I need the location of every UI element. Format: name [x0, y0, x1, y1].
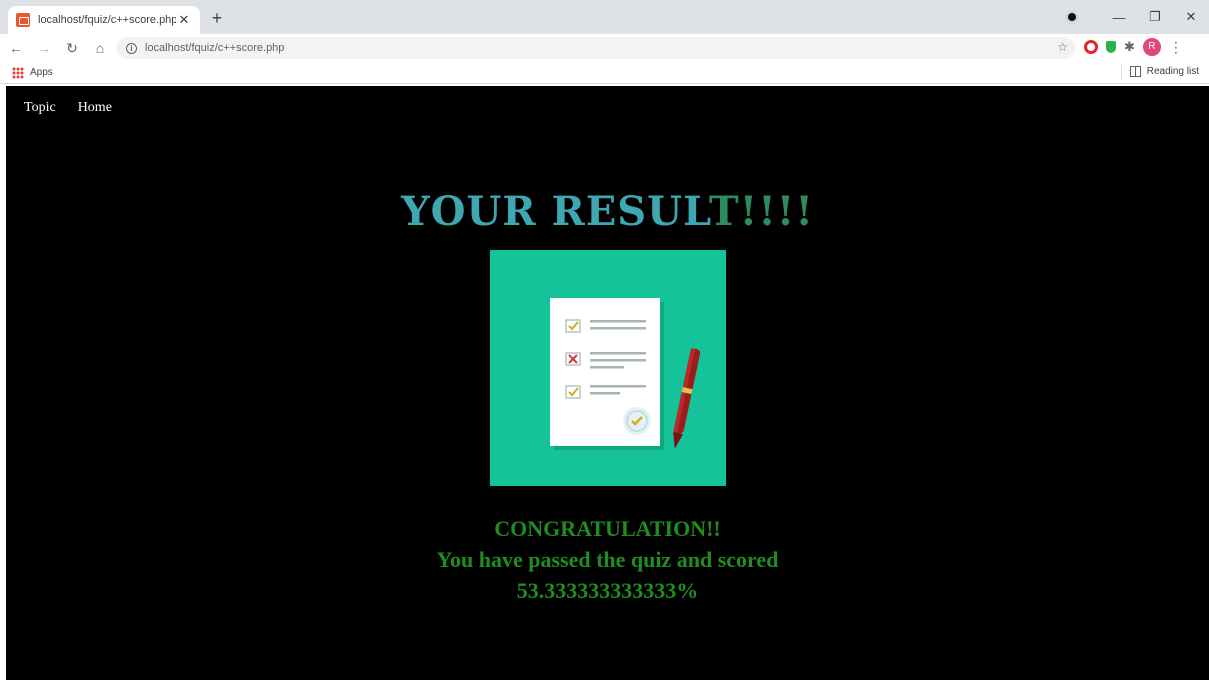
close-tab-icon[interactable]: ✕ [176, 12, 192, 28]
tab-strip: localhost/fquiz/c++score.php ✕ + — ❐ ✕ [0, 0, 1209, 34]
title-part-2: T!!!! [708, 188, 814, 235]
extensions-bar: ✱ R ⋮ [1084, 38, 1183, 56]
home-icon[interactable]: ⌂ [88, 40, 112, 56]
apps-bookmark[interactable]: Apps [30, 67, 53, 78]
pass-message: You have passed the quiz and scored [436, 547, 779, 572]
menu-icon[interactable]: ⋮ [1169, 39, 1183, 56]
page-title: YOUR RESULT!!!! [6, 188, 1209, 235]
star-icon[interactable]: ☆ [1057, 40, 1068, 54]
opera-icon[interactable] [1084, 40, 1098, 54]
tab-title: localhost/fquiz/c++score.php [38, 14, 176, 26]
nav-home-link[interactable]: Home [78, 100, 112, 116]
window-controls: — ❐ ✕ [1065, 0, 1209, 34]
congrats-message: CONGRATULATION!! [494, 516, 721, 541]
apps-icon[interactable] [12, 66, 24, 79]
checklist-icon [550, 298, 701, 450]
title-part-1: YOUR RESUL [401, 188, 709, 235]
profile-switch-icon[interactable] [1065, 10, 1079, 24]
address-url[interactable]: localhost/fquiz/c++score.php [145, 42, 284, 54]
site-nav: Topic Home [24, 100, 112, 116]
address-bar[interactable]: i localhost/fquiz/c++score.php ☆ [116, 37, 1076, 59]
favicon-icon [16, 13, 30, 27]
reading-list-icon [1129, 66, 1141, 77]
avatar[interactable]: R [1142, 38, 1161, 56]
restore-button[interactable]: ❐ [1137, 9, 1173, 25]
reload-icon[interactable]: ↻ [60, 40, 84, 57]
result-illustration [490, 250, 726, 486]
nav-topic-link[interactable]: Topic [24, 100, 56, 116]
close-window-button[interactable]: ✕ [1173, 9, 1209, 25]
back-icon[interactable]: ← [4, 40, 28, 56]
puzzle-icon[interactable]: ✱ [1124, 39, 1135, 55]
new-tab-button[interactable]: + [206, 8, 228, 30]
bookmarks-bar: Apps Reading list [0, 62, 1209, 84]
page-content: Topic Home YOUR RESULT!!!! CONGRATULATIO… [6, 86, 1209, 680]
shield-icon[interactable] [1106, 41, 1116, 53]
browser-toolbar: ← → ↻ ⌂ i localhost/fquiz/c++score.php ☆… [0, 34, 1209, 62]
browser-tab[interactable]: localhost/fquiz/c++score.php ✕ [8, 6, 200, 34]
divider [1121, 65, 1122, 81]
info-icon[interactable]: i [126, 42, 137, 54]
score-value: 53.333333333333% [516, 578, 699, 603]
minimize-button[interactable]: — [1101, 10, 1137, 25]
reading-list-button[interactable]: Reading list [1129, 66, 1199, 77]
forward-icon[interactable]: → [32, 40, 56, 56]
reading-list-label: Reading list [1146, 66, 1199, 77]
